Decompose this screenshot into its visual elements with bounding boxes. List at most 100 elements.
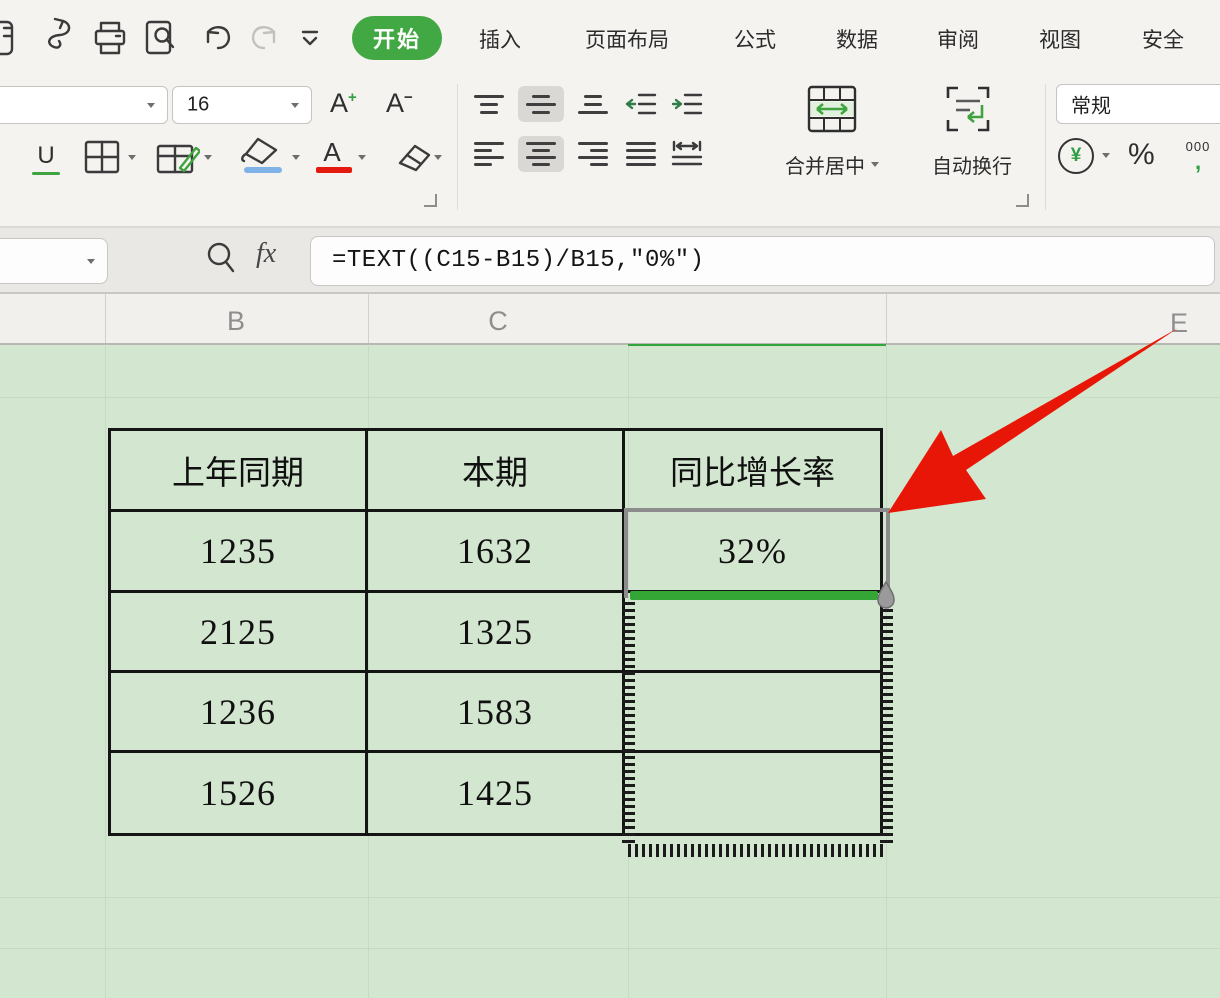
table-cell-d17[interactable] (625, 673, 880, 753)
increase-indent-icon (671, 91, 703, 117)
decrease-indent-icon (625, 91, 657, 117)
chevron-down-icon (87, 259, 95, 264)
table-cell-d18[interactable] (625, 753, 880, 833)
table-cell-c17[interactable]: 1583 (368, 673, 625, 753)
align-right-button[interactable] (570, 136, 616, 172)
print-icon[interactable] (90, 18, 130, 63)
merge-center-button[interactable] (806, 84, 858, 134)
fill-handle[interactable] (877, 581, 895, 609)
column-header-b[interactable]: B (227, 306, 245, 337)
column-separator (368, 294, 369, 343)
align-middle-button[interactable] (518, 86, 564, 122)
data-table: 上年同期 本期 同比增长率 1235 1632 32% 2125 1325 12… (108, 428, 883, 836)
borders-dropdown[interactable] (128, 155, 136, 160)
print-preview-icon[interactable] (142, 18, 180, 63)
ribbon: 开始 插入 页面布局 公式 数据 审阅 视图 安全 16 A+ A− U (0, 0, 1220, 227)
gridline (105, 346, 106, 998)
column-header-e[interactable]: E (1170, 308, 1188, 339)
tab-formulas[interactable]: 公式 (734, 24, 776, 54)
percent-format-button[interactable]: % (1128, 138, 1155, 172)
yen-icon: ¥ (1071, 145, 1082, 167)
font-group-launcher[interactable] (424, 194, 437, 207)
comma-format-button[interactable]: 000 , (1180, 140, 1216, 173)
wrap-text-label[interactable]: 自动换行 (932, 150, 1012, 179)
format-painter-icon[interactable] (38, 16, 76, 65)
font-color-dropdown[interactable] (358, 155, 366, 160)
chevron-down-icon (871, 162, 879, 167)
underline-button[interactable]: U (30, 138, 62, 174)
align-center-button[interactable] (518, 136, 564, 172)
justify-button[interactable] (618, 136, 664, 172)
number-format-select[interactable]: 常规 (1056, 84, 1220, 124)
font-name-select[interactable] (0, 86, 168, 124)
increase-font-button[interactable]: A+ (330, 88, 357, 119)
tab-data[interactable]: 数据 (836, 24, 878, 54)
align-top-button[interactable] (466, 86, 512, 122)
table-cell-c15[interactable]: 1632 (368, 512, 625, 593)
fill-color-swatch (244, 167, 282, 173)
save-icon[interactable] (0, 16, 16, 63)
table-cell-b15[interactable]: 1235 (111, 512, 368, 593)
active-cell-border (624, 508, 890, 598)
fill-marquee-left (622, 602, 635, 845)
insert-function-button[interactable]: fx (256, 238, 276, 270)
tab-home-label: 开始 (373, 22, 421, 54)
alignment-group-launcher[interactable] (1016, 194, 1029, 207)
group-divider (457, 84, 458, 210)
currency-format-button[interactable]: ¥ (1058, 138, 1094, 174)
wrap-text-icon (942, 84, 994, 134)
table-header-cell[interactable]: 本期 (368, 431, 625, 512)
undo-icon[interactable] (198, 20, 236, 61)
column-header-row: B C D E (0, 294, 1220, 344)
tab-review[interactable]: 审阅 (937, 24, 979, 54)
increase-indent-button[interactable] (664, 86, 710, 122)
fill-bucket-icon (238, 136, 286, 166)
table-cell-c18[interactable]: 1425 (368, 753, 625, 833)
column-header-c[interactable]: C (488, 306, 508, 337)
table-header-cell[interactable]: 同比增长率 (625, 431, 880, 512)
more-toolbar-icon[interactable] (298, 26, 322, 55)
zoom-area-icon[interactable] (204, 239, 240, 284)
formula-text: =TEXT((C15-B15)/B15,″0%″) (332, 247, 705, 274)
cell-style-icon (156, 140, 200, 174)
tab-page-layout[interactable]: 页面布局 (585, 24, 669, 54)
redo-icon[interactable] (246, 20, 284, 61)
font-size-select[interactable]: 16 (172, 86, 312, 124)
align-left-button[interactable] (466, 136, 512, 172)
merge-center-label[interactable]: 合并居中 (785, 150, 879, 179)
borders-icon (82, 140, 122, 174)
chevron-down-icon (291, 103, 299, 108)
chevron-down-icon (147, 103, 155, 108)
decrease-indent-button[interactable] (618, 86, 664, 122)
decrease-font-button[interactable]: A− (386, 88, 413, 119)
font-color-button[interactable]: A (314, 136, 350, 168)
name-box[interactable] (0, 238, 108, 284)
group-divider (1045, 84, 1046, 210)
tab-view[interactable]: 视图 (1039, 24, 1081, 54)
clear-format-dropdown[interactable] (434, 155, 442, 160)
tab-insert[interactable]: 插入 (479, 24, 521, 54)
table-cell-d16[interactable] (625, 593, 880, 673)
fill-color-button[interactable] (238, 136, 286, 166)
tab-home[interactable]: 开始 (352, 16, 442, 60)
tab-security[interactable]: 安全 (1142, 24, 1184, 54)
table-cell-b16[interactable]: 2125 (111, 593, 368, 673)
gridline (0, 397, 1220, 398)
align-bottom-button[interactable] (570, 86, 616, 122)
table-cell-c16[interactable]: 1325 (368, 593, 625, 673)
distribute-button[interactable] (664, 136, 710, 172)
currency-dropdown[interactable] (1102, 153, 1110, 158)
table-cell-b18[interactable]: 1526 (111, 753, 368, 833)
table-cell-b17[interactable]: 1236 (111, 673, 368, 753)
fill-color-dropdown[interactable] (292, 155, 300, 160)
merge-center-icon (806, 84, 858, 134)
borders-button[interactable] (82, 140, 122, 174)
eraser-icon (388, 138, 434, 174)
cell-style-dropdown[interactable] (204, 155, 212, 160)
wps-spreadsheet-window: 开始 插入 页面布局 公式 数据 审阅 视图 安全 16 A+ A− U (0, 0, 1220, 998)
table-header-cell[interactable]: 上年同期 (111, 431, 368, 512)
wrap-text-button[interactable] (942, 84, 994, 134)
clear-format-button[interactable] (388, 138, 434, 174)
column-separator (886, 294, 887, 343)
cell-style-button[interactable] (156, 140, 200, 174)
